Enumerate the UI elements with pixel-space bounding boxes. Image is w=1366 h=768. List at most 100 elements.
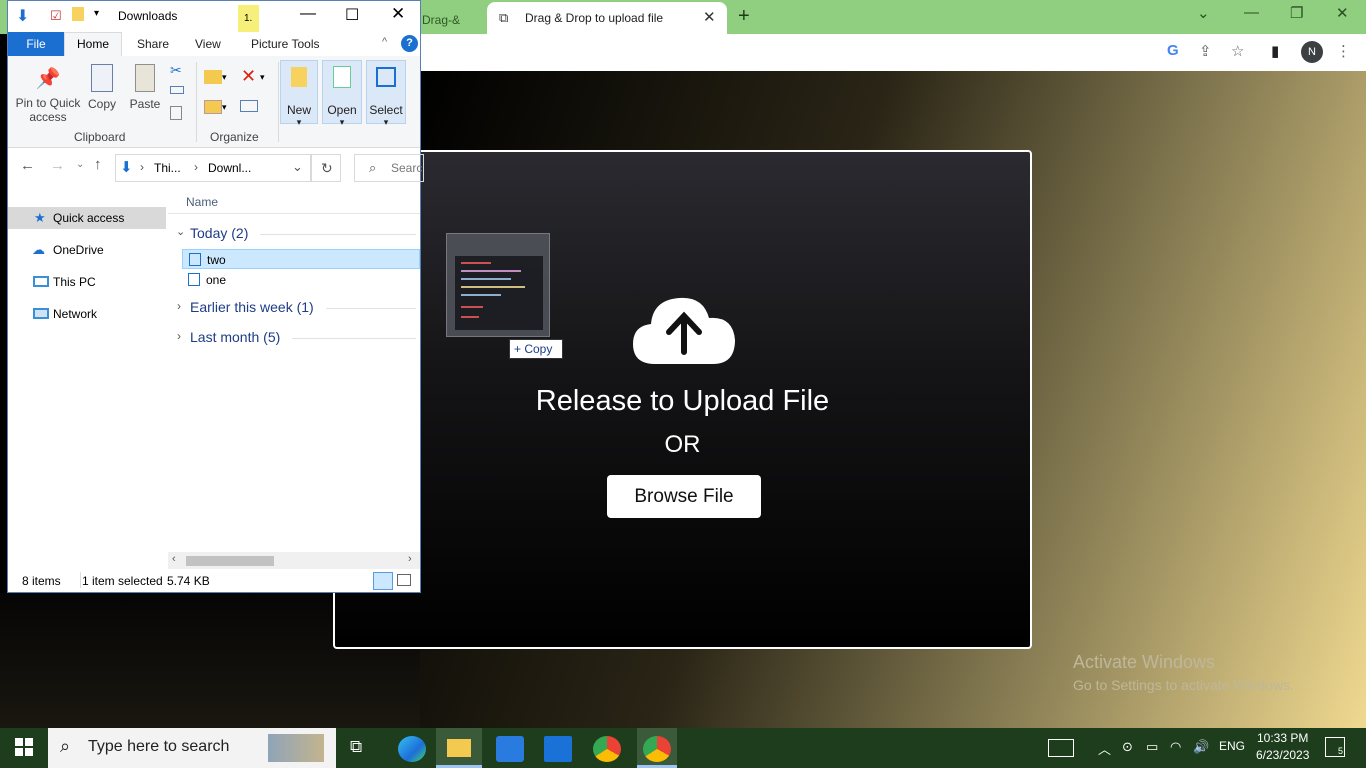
pin-to-quick-access-button[interactable]: 📌 Pin to Quick access (14, 66, 82, 124)
chevron-right-icon[interactable]: › (177, 329, 181, 343)
move-to-dropdown-icon[interactable]: ▾ (222, 72, 227, 83)
drop-zone[interactable]: Release to Upload File OR Browse File (333, 150, 1032, 649)
paste-button[interactable]: Paste (128, 64, 162, 111)
new-button[interactable]: New ▾ (280, 60, 318, 127)
chevron-down-icon[interactable]: ⌄ (292, 159, 303, 175)
delete-dropdown-icon[interactable]: ▾ (260, 72, 265, 83)
close-window-icon[interactable]: ✕ (1336, 4, 1349, 22)
large-icons-view-icon[interactable] (397, 574, 411, 586)
divider (292, 338, 416, 339)
new-folder-icon[interactable] (72, 7, 84, 21)
mail-icon[interactable] (544, 736, 572, 762)
clock[interactable]: 10:33 PM 6/23/2023 (1256, 730, 1309, 764)
clipboard-group-label: Clipboard (74, 130, 126, 144)
back-arrow-icon[interactable]: ← (20, 157, 35, 174)
search-input[interactable]: ⌕ Search (354, 154, 424, 182)
file-explorer-window[interactable]: ⬇ ☑ ▾ Downloads 1. — ☐ ✕ File Home Share… (7, 0, 424, 593)
chevron-right-icon[interactable]: › (177, 299, 181, 313)
windows-start-icon[interactable] (15, 738, 33, 756)
paste-shortcut-icon[interactable] (170, 106, 182, 120)
tab-file[interactable]: File (8, 32, 64, 56)
active-tab[interactable]: ⧉ Drag & Drop to upload file ✕ (487, 2, 727, 34)
volume-icon[interactable]: 🔊 (1193, 739, 1209, 755)
scroll-right-icon[interactable]: › (408, 553, 412, 565)
nav-item-this-pc[interactable]: This PC (8, 271, 166, 293)
group-header-last-month[interactable]: Last month (5) (190, 329, 280, 345)
taskbar-search-input[interactable]: ⌕ Type here to search (48, 728, 336, 768)
meet-now-icon[interactable]: ⊙ (1122, 739, 1133, 755)
copy-path-icon[interactable] (170, 86, 184, 94)
tab-share[interactable]: Share (137, 37, 169, 51)
new-tab-icon[interactable]: + (738, 5, 750, 28)
breadcrumb-this-pc[interactable]: Thi... (154, 161, 181, 175)
properties-icon[interactable]: ☑ (50, 8, 62, 24)
browse-file-button[interactable]: Browse File (607, 475, 761, 518)
battery-icon[interactable]: ▭ (1146, 739, 1158, 755)
language-indicator[interactable]: ENG (1219, 739, 1245, 753)
collapse-ribbon-icon[interactable]: ^ (382, 36, 387, 48)
column-header-name[interactable]: Name (186, 195, 218, 209)
explorer-title-bar[interactable]: ⬇ ☑ ▾ Downloads 1. — ☐ ✕ (8, 1, 420, 32)
nav-item-quick-access[interactable]: ★ Quick access (8, 207, 166, 229)
folder-icon (447, 739, 471, 757)
nav-item-network[interactable]: Network (8, 303, 166, 325)
google-lens-icon[interactable]: G (1167, 42, 1179, 59)
list-item[interactable]: two (182, 249, 420, 269)
windows-taskbar: ⌕ Type here to search ⧉ ︿ ⊙ ▭ ◠ 🔊 ENG 10… (0, 728, 1366, 768)
inactive-tab[interactable]: Drag-& (418, 4, 486, 34)
horizontal-scrollbar[interactable]: ‹ › (168, 552, 420, 569)
details-view-icon[interactable] (373, 572, 393, 590)
forward-arrow-icon[interactable]: → (50, 157, 65, 174)
menu-kebab-icon[interactable]: ⋮ (1336, 42, 1351, 60)
recent-locations-icon[interactable]: ⌄ (76, 159, 84, 170)
tab-view[interactable]: View (195, 37, 221, 51)
breadcrumb[interactable]: ⬇ › Thi... › Downl... ⌄ (115, 154, 311, 182)
avatar[interactable]: N (1301, 41, 1323, 63)
code-preview-image (455, 256, 543, 330)
address-bar-area[interactable]: G ⇪ ☆ ▮ ⋮ (420, 34, 1366, 71)
minimize-icon[interactable]: — (300, 5, 316, 23)
move-to-icon[interactable] (204, 70, 222, 84)
chevron-down-icon[interactable]: ⌄ (176, 225, 185, 238)
maximize-icon[interactable]: ☐ (345, 5, 359, 25)
close-icon[interactable]: ✕ (391, 4, 405, 24)
wifi-icon[interactable]: ◠ (1170, 739, 1181, 755)
share-icon[interactable]: ⇪ (1199, 42, 1212, 60)
chevron-up-icon[interactable]: ︿ (1098, 739, 1111, 758)
minimize-icon[interactable]: — (1244, 4, 1259, 21)
nav-item-onedrive[interactable]: ☁ OneDrive (8, 239, 166, 261)
tab-home[interactable]: Home (64, 32, 122, 56)
delete-icon[interactable]: ✕ (241, 66, 256, 87)
news-widget-icon[interactable] (1048, 739, 1074, 757)
quick-access-dropdown-icon[interactable]: ▾ (94, 8, 99, 19)
chrome-icon[interactable] (593, 736, 621, 762)
restore-icon[interactable]: ❐ (1290, 4, 1303, 22)
scroll-left-icon[interactable]: ‹ (172, 553, 176, 565)
cut-icon[interactable]: ✂ (170, 62, 182, 79)
notifications-icon[interactable]: 5 (1325, 737, 1345, 757)
open-button[interactable]: Open ▾ (322, 60, 362, 127)
refresh-button[interactable]: ↻ (311, 154, 341, 182)
group-header-today[interactable]: Today (2) (190, 225, 248, 241)
list-item[interactable]: one (182, 270, 420, 290)
breadcrumb-downloads[interactable]: Downl... (208, 161, 251, 175)
help-icon[interactable]: ? (401, 35, 418, 52)
side-panel-icon[interactable]: ▮ (1271, 42, 1279, 60)
bookmark-star-icon[interactable]: ☆ (1231, 42, 1244, 60)
copy-to-icon[interactable] (204, 100, 222, 114)
group-header-earlier-this-week[interactable]: Earlier this week (1) (190, 299, 314, 315)
scrollbar-thumb[interactable] (186, 556, 274, 566)
select-button[interactable]: Select ▾ (366, 60, 406, 127)
tab-search-icon[interactable]: ⌄ (1197, 4, 1210, 22)
close-tab-icon[interactable]: ✕ (703, 8, 716, 26)
rename-icon[interactable] (240, 100, 258, 112)
image-file-icon (189, 253, 201, 266)
tab-picture-tools[interactable]: Picture Tools (251, 37, 319, 51)
copy-to-dropdown-icon[interactable]: ▾ (222, 102, 227, 113)
copy-button[interactable]: Copy (86, 64, 118, 111)
microsoft-store-icon[interactable] (496, 736, 524, 762)
chevron-right-icon: › (140, 160, 144, 174)
up-arrow-icon[interactable]: ↑ (94, 156, 102, 173)
edge-browser-icon[interactable] (398, 736, 426, 762)
task-view-icon[interactable]: ⧉ (350, 737, 362, 757)
